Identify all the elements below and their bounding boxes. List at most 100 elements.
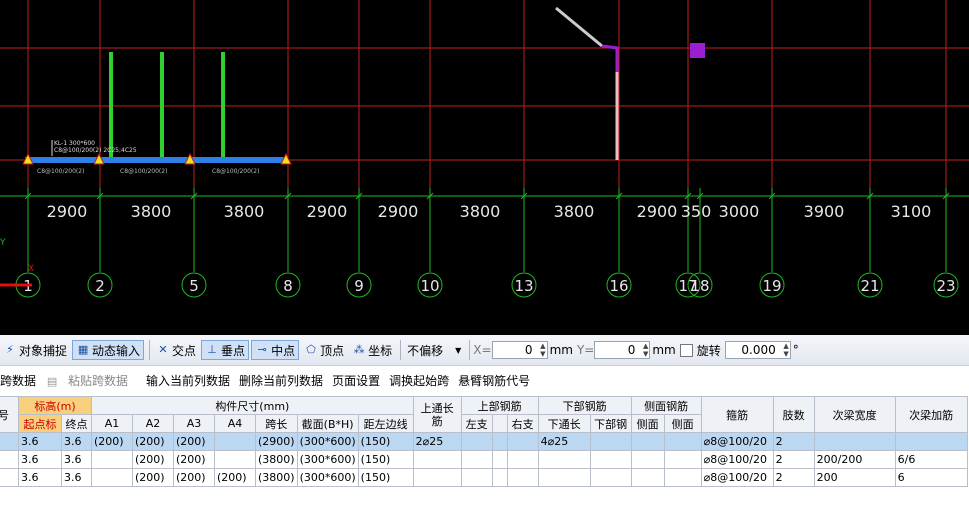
input-column-button[interactable]: 输入当前列数据 [146,372,230,389]
cell-mid[interactable] [491,468,508,487]
axis-bubble[interactable]: 8 [275,272,301,298]
cell-right[interactable] [506,450,539,469]
cell-section[interactable]: (300*600) [296,432,359,451]
coordinate-snap-button[interactable]: ⁂ 坐标 [349,340,395,360]
vertex-snap-button[interactable]: ⬠ 顶点 [301,340,347,360]
paste-span-data-button[interactable]: ▤ 粘贴跨数据 [45,372,137,389]
table-row[interactable]: 3.6 3.6 (200) (200) (200) (2900) (300*600) (150… [0,432,968,451]
cell-secw[interactable]: 200/200 [813,450,896,469]
cell-top[interactable] [412,468,462,487]
cell-top[interactable] [412,450,462,469]
cell-no[interactable] [0,450,19,469]
perpendicular-snap-button[interactable]: ⊥ 垂点 [201,340,250,360]
axis-bubble[interactable]: 9 [346,272,372,298]
cell-s2[interactable] [663,432,702,451]
axis-bubble[interactable]: 5 [181,272,207,298]
cell-no[interactable] [0,468,19,487]
cell-no[interactable] [0,432,19,451]
midpoint-snap-button[interactable]: ⊸ 中点 [251,340,300,360]
rotate-checkbox[interactable] [679,343,693,357]
y-input[interactable]: 0 ▲ ▼ [594,341,651,359]
cell-stirrup[interactable]: ⌀8@100/20 [700,468,774,487]
cell-secw[interactable]: 200 [813,468,896,487]
cell-s1[interactable] [630,432,665,451]
cell-legs[interactable]: 2 [772,432,815,451]
table-row[interactable]: 3.6 3.6 (200) (200) (200) (3800) (300*600) (150… [0,468,968,487]
x-input[interactable]: 0 ▲ ▼ [491,341,548,359]
swap-start-span-button[interactable]: 调换起始跨 [389,372,449,389]
cell-s2[interactable] [663,450,702,469]
cell-right[interactable] [506,468,539,487]
axis-bubble[interactable]: 18 [687,272,713,298]
cell-start[interactable]: 3.6 [18,432,62,451]
cell-end[interactable]: 3.6 [61,468,92,487]
cell-botp[interactable] [589,450,632,469]
table-row[interactable]: 3.6 3.6 (200) (200) (3800) (300*600) (150) ⌀8@1… [0,450,968,469]
cell-span[interactable]: (2900) [255,432,298,451]
cell-legs[interactable]: 2 [772,468,815,487]
cell-a4[interactable]: (200) [214,468,256,487]
cell-left[interactable] [460,468,493,487]
cad-drawing[interactable]: KL-1 300*600 C8@100/200(2) 2C25;4C25 C8@… [0,0,969,335]
cell-mid[interactable] [491,432,508,451]
cell-dist[interactable]: (150) [357,450,414,469]
cell-span[interactable]: (3800) [255,468,298,487]
cell-a3[interactable]: (200) [173,450,215,469]
cell-bot[interactable] [537,450,591,469]
cell-section[interactable]: (300*600) [296,450,359,469]
axis-bubble[interactable]: 2 [87,272,113,298]
cell-a3[interactable]: (200) [173,468,215,487]
cell-a2[interactable]: (200) [132,432,174,451]
cell-seca[interactable] [894,432,968,451]
cell-bot[interactable] [537,468,591,487]
axis-bubble[interactable]: 19 [759,272,785,298]
spinner-arrows-icon[interactable]: ▲ ▼ [643,342,648,358]
spinner-arrows-icon[interactable]: ▲ ▼ [783,342,788,358]
cell-end[interactable]: 3.6 [61,450,92,469]
axis-bubble[interactable]: 13 [511,272,537,298]
axis-bubble[interactable]: 10 [417,272,443,298]
cell-s1[interactable] [630,450,665,469]
cantilever-code-button[interactable]: 悬臂钢筋代号 [458,372,530,389]
object-snap-button[interactable]: ⚡ 对象捕捉 [0,340,70,360]
cell-dist[interactable]: (150) [357,432,414,451]
dynamic-input-button[interactable]: ▦ 动态输入 [72,340,145,360]
cell-s2[interactable] [663,468,702,487]
rotate-input[interactable]: 0.000 ▲ ▼ [724,341,791,359]
axis-bubble[interactable]: 23 [933,272,959,298]
cell-stirrup[interactable]: ⌀8@100/20 [700,450,774,469]
cell-a1[interactable]: (200) [91,432,133,451]
cell-seca[interactable]: 6/6 [894,450,968,469]
page-setup-button[interactable]: 页面设置 [332,372,380,389]
spinner-arrows-icon[interactable]: ▲ ▼ [540,342,545,358]
delete-column-button[interactable]: 删除当前列数据 [239,372,323,389]
cell-left[interactable] [460,450,493,469]
cell-seca[interactable]: 6 [894,468,968,487]
cell-bot[interactable]: 4⌀25 [537,432,591,451]
cell-start[interactable]: 3.6 [18,468,62,487]
cell-a1[interactable] [91,450,133,469]
cell-a1[interactable] [91,468,133,487]
cell-a2[interactable]: (200) [132,450,174,469]
cell-secw[interactable] [813,432,896,451]
cell-end[interactable]: 3.6 [61,432,92,451]
cell-section[interactable]: (300*600) [296,468,359,487]
cell-right[interactable] [506,432,539,451]
cell-stirrup[interactable]: ⌀8@100/20 [700,432,774,451]
cell-dist[interactable]: (150) [357,468,414,487]
intersection-snap-button[interactable]: ✕ 交点 [153,340,199,360]
cell-botp[interactable] [589,432,632,451]
cell-mid[interactable] [491,450,508,469]
cell-a2[interactable]: (200) [132,468,174,487]
cad-canvas[interactable]: KL-1 300*600 C8@100/200(2) 2C25;4C25 C8@… [0,0,969,335]
cell-legs[interactable]: 2 [772,450,815,469]
cell-left[interactable] [460,432,493,451]
offset-mode-select[interactable]: 不偏移 ▼ [404,340,464,360]
cell-a4[interactable] [214,432,256,451]
cell-top[interactable]: 2⌀25 [412,432,462,451]
cell-a3[interactable]: (200) [173,432,215,451]
copy-span-data-button[interactable]: 跨数据 [0,372,36,389]
cell-botp[interactable] [589,468,632,487]
cell-s1[interactable] [630,468,665,487]
cell-start[interactable]: 3.6 [18,450,62,469]
